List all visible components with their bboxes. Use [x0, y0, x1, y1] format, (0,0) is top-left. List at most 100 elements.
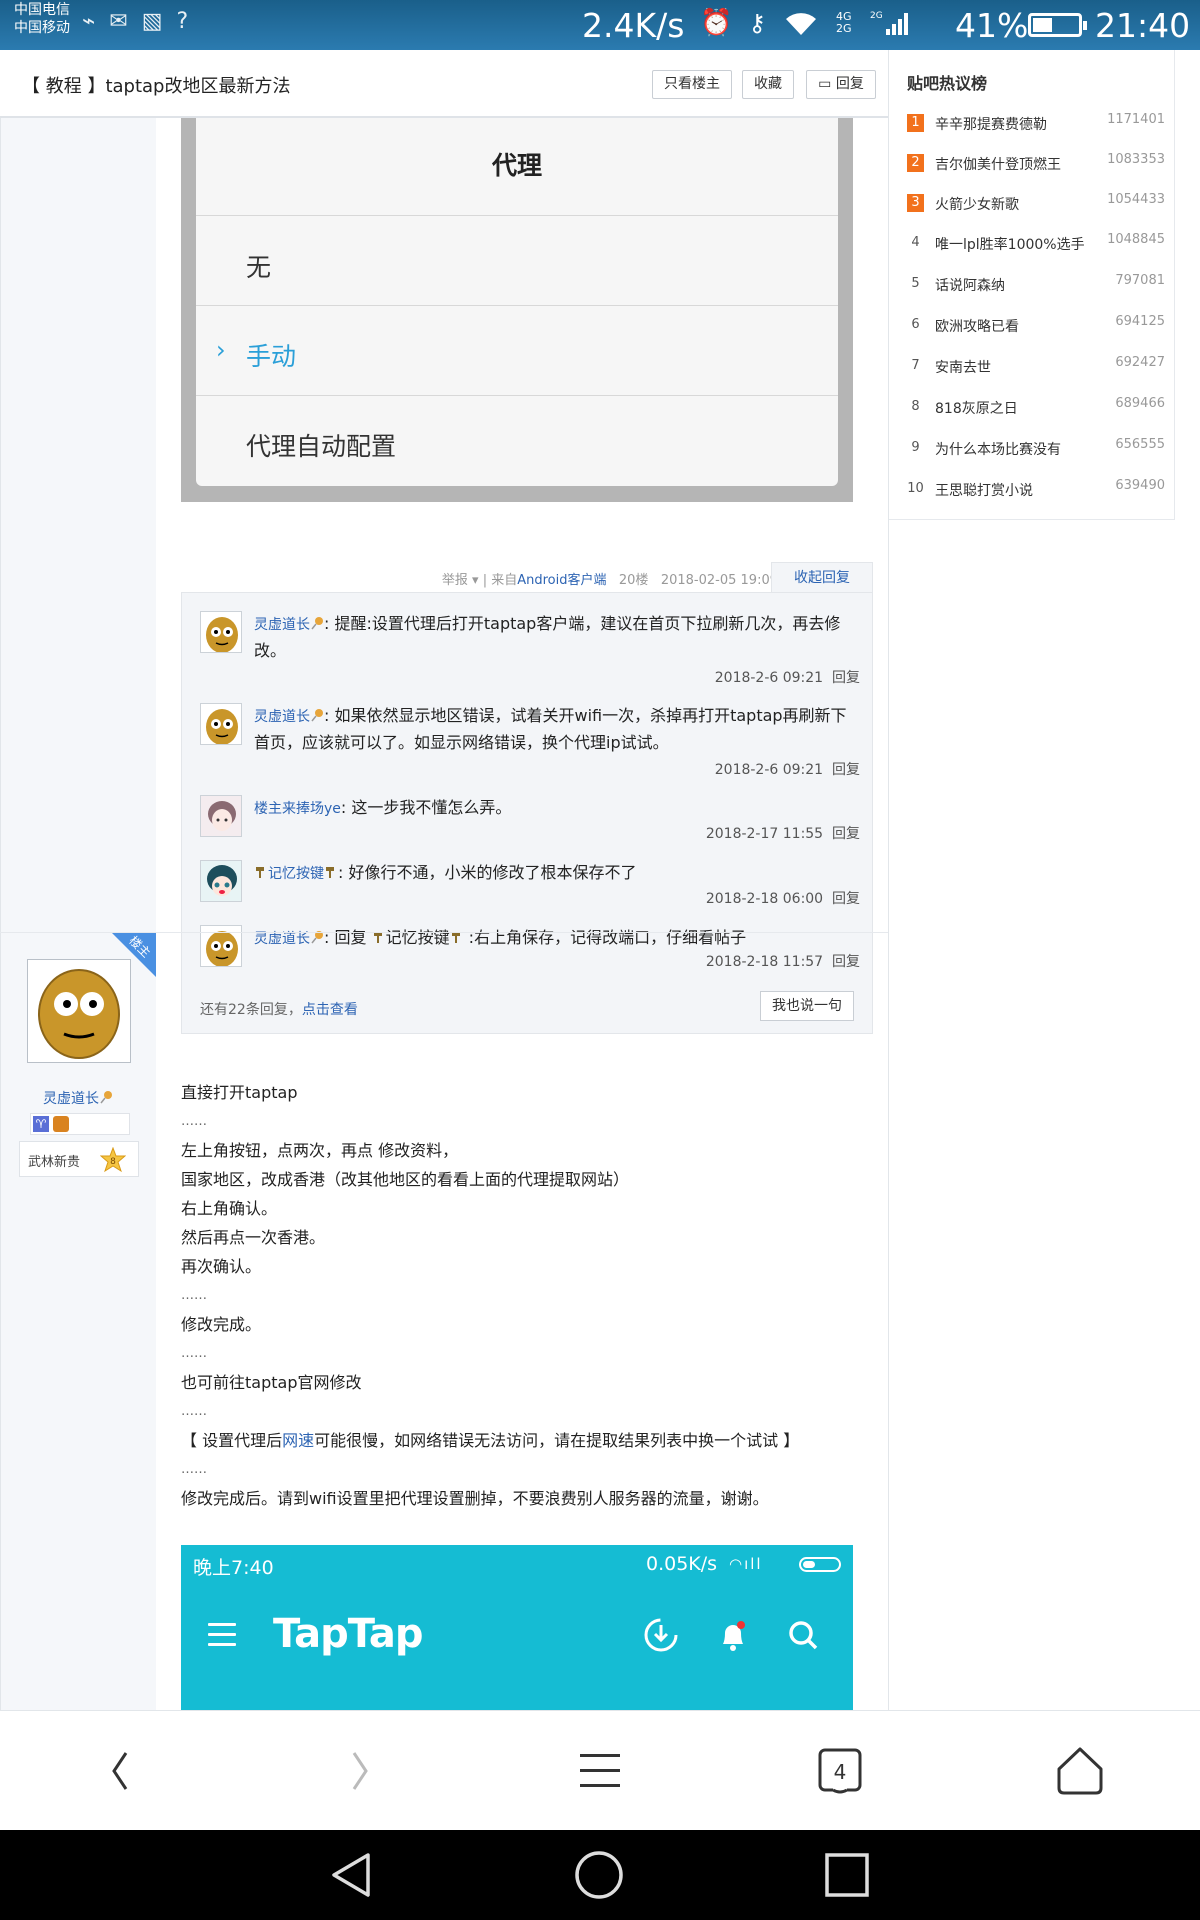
more-replies: 还有22条回复，点击查看 [200, 999, 358, 1019]
nav-recents-button[interactable] [787, 1830, 907, 1920]
hot-item[interactable]: 8 818灰原之日 689466 [907, 396, 1165, 420]
hot-item[interactable]: 6 欧洲攻略已看 694125 [907, 314, 1165, 338]
lollipop-icon [311, 617, 323, 630]
signal-icon: 2G [870, 11, 908, 35]
view-more-link[interactable]: 点击查看 [302, 1002, 358, 1018]
hot-name: 唯一lpl胜率1000%选手 [935, 237, 1085, 253]
reply-link[interactable]: 回复 [832, 762, 860, 778]
reply-link[interactable]: 回复 [832, 670, 860, 686]
chevron-down-icon: ▾ [472, 573, 479, 588]
hot-count: 694125 [1115, 314, 1165, 329]
back-button[interactable] [60, 1711, 180, 1831]
forward-button[interactable] [300, 1711, 420, 1831]
reply-mention: 记忆按键 [385, 928, 450, 947]
reply-link[interactable]: 回复 [832, 891, 860, 907]
hot-item[interactable]: 9 为什么本场比赛没有 656555 [907, 437, 1165, 461]
hot-name: 王思聪打赏小说 [935, 483, 1033, 499]
proxy-option-auto: 代理自动配置 [246, 432, 397, 461]
post-line: 右上角确认。 [181, 1199, 278, 1218]
hot-item[interactable]: 1 辛辛那提赛费德勒 1171401 [907, 112, 1165, 136]
client-link[interactable]: Android客户端 [517, 573, 606, 588]
search-icon [789, 1621, 818, 1650]
hot-item[interactable]: 10 王思聪打赏小说 639490 [907, 478, 1165, 502]
hot-item[interactable]: 2 吉尔伽美什登顶燃王 1083353 [907, 152, 1165, 176]
author-avatar[interactable] [27, 959, 131, 1063]
post-line: 国家地区，改成香港（改其他地区的看看上面的代理提取网站） [181, 1170, 630, 1189]
nav-back-button[interactable] [292, 1830, 412, 1920]
hot-item[interactable]: 4 唯一lpl胜率1000%选手 1048845 [907, 232, 1165, 256]
hot-item[interactable]: 7 安南去世 692427 [907, 355, 1165, 379]
meta-separator: | 来自 [482, 573, 518, 588]
hot-rank: 10 [907, 481, 924, 496]
nav-home-button[interactable] [539, 1830, 659, 1920]
reply-author[interactable]: 记忆按键 [268, 866, 324, 882]
proxy-dialog: 代理 无 › 手动 代理自动配置 [196, 118, 838, 486]
hot-count: 797081 [1115, 273, 1165, 288]
proxy-dialog-title: 代理 [491, 151, 542, 180]
home-button[interactable] [1020, 1711, 1140, 1831]
reply-link[interactable]: 回复 [832, 954, 860, 970]
reply-author[interactable]: 楼主来捧场ye [254, 801, 341, 817]
author-card: 楼主 灵虚道长 ♈ 武林新贵 8 [0, 933, 156, 1333]
note-post: 可能很慢，如网络错误无法访问，请在提取结果列表中换一个试试 】 [314, 1431, 800, 1450]
status-bar: 中国电信 中国移动 ⌁ ✉ ▧ ? 2.4K/s ⏰ ⚷ 4G 2G 2G 41… [0, 0, 1200, 50]
avatar[interactable] [200, 703, 242, 745]
tabs-button[interactable]: 4 [780, 1711, 900, 1831]
reply-content-pre: : 回复 [324, 928, 372, 947]
hot-list-title: 贴吧热议榜 [907, 74, 988, 93]
report-link[interactable]: 举报 [442, 573, 468, 588]
post-line: 也可前往taptap官网修改 [181, 1373, 362, 1392]
lollipop-icon [100, 1091, 112, 1104]
favorite-button[interactable]: 收藏 [742, 70, 794, 99]
list-item: 灵虚道长: 提醒:设置代理后打开taptap客户端，建议在首页下拉刷新几次，再去… [200, 611, 860, 686]
reply-button[interactable]: ▭ 回复 [806, 70, 876, 99]
proxy-option-manual: 手动 [246, 342, 297, 371]
floor-meta: 举报 ▾ | 来自Android客户端 20楼 2018-02-05 19:09… [156, 562, 888, 594]
reply-meta: 2018-2-17 11:55 回复 [706, 823, 860, 843]
reply-text: 记忆按键: 好像行不通，小米的修改了根本保存不了 [254, 860, 858, 887]
collapse-replies-button[interactable]: 收起回复 [771, 562, 873, 594]
reply-author[interactable]: 灵虚道长 [254, 617, 310, 633]
star-icon: 8 [100, 1147, 126, 1173]
post-line: 修改完成。 [181, 1315, 262, 1334]
aries-icon: ♈ [33, 1116, 49, 1132]
carrier-2: 中国移动 [14, 20, 70, 36]
reply-link[interactable]: 回复 [832, 826, 860, 842]
post-line: 再次确认。 [181, 1257, 262, 1276]
post-line: 直接打开taptap [181, 1083, 298, 1102]
tt-speed: 0.05K/s [646, 1553, 718, 1575]
avatar[interactable] [200, 795, 242, 837]
tabs-count: 4 [834, 1760, 847, 1784]
post-content: 直接打开taptap …… 左上角按钮，点两次，再点 修改资料， 国家地区，改成… [181, 1078, 881, 1513]
reply-content: : 这一步我不懂怎么弄。 [340, 798, 512, 817]
post-line: …… [181, 1346, 207, 1361]
hot-name: 辛辛那提赛费德勒 [935, 117, 1047, 133]
avatar[interactable] [200, 611, 242, 653]
only-author-button[interactable]: 只看楼主 [652, 70, 732, 99]
reply-author[interactable]: 灵虚道长 [254, 709, 310, 725]
post-line: …… [181, 1462, 207, 1477]
battery-icon [1028, 13, 1087, 37]
hot-rank: 8 [911, 399, 920, 414]
more-replies-text: 还有22条回复， [200, 1002, 302, 1018]
hot-name: 话说阿森纳 [935, 278, 1005, 294]
menu-button[interactable] [540, 1711, 660, 1831]
say-something-button[interactable]: 我也说一句 [760, 991, 854, 1021]
post-line: …… [181, 1404, 207, 1419]
square-recents-icon [825, 1853, 869, 1897]
reply-time: 2018-2-6 09:21 [714, 670, 824, 686]
avatar[interactable] [200, 860, 242, 902]
left-gutter [0, 118, 156, 1710]
floor-number: 20楼 [618, 573, 649, 588]
author-name[interactable]: 灵虚道长 [0, 1088, 156, 1108]
hot-item[interactable]: 3 火箭少女新歌 1054433 [907, 192, 1165, 216]
hammer-icon [256, 867, 264, 878]
hot-name: 吉尔伽美什登顶燃王 [935, 157, 1061, 173]
reply-content: : 如果依然显示地区错误，试着关开wifi一次，杀掉再打开taptap再刷新下首… [254, 706, 847, 752]
reply-author[interactable]: 灵虚道长 [254, 931, 310, 947]
level-name: 武林新贵 [28, 1155, 81, 1170]
reply-time: 2018-2-18 11:57 [705, 954, 824, 970]
key-icon: ⚷ [748, 9, 766, 37]
speed-link[interactable]: 网速 [282, 1431, 314, 1450]
hot-item[interactable]: 5 话说阿森纳 797081 [907, 273, 1165, 297]
